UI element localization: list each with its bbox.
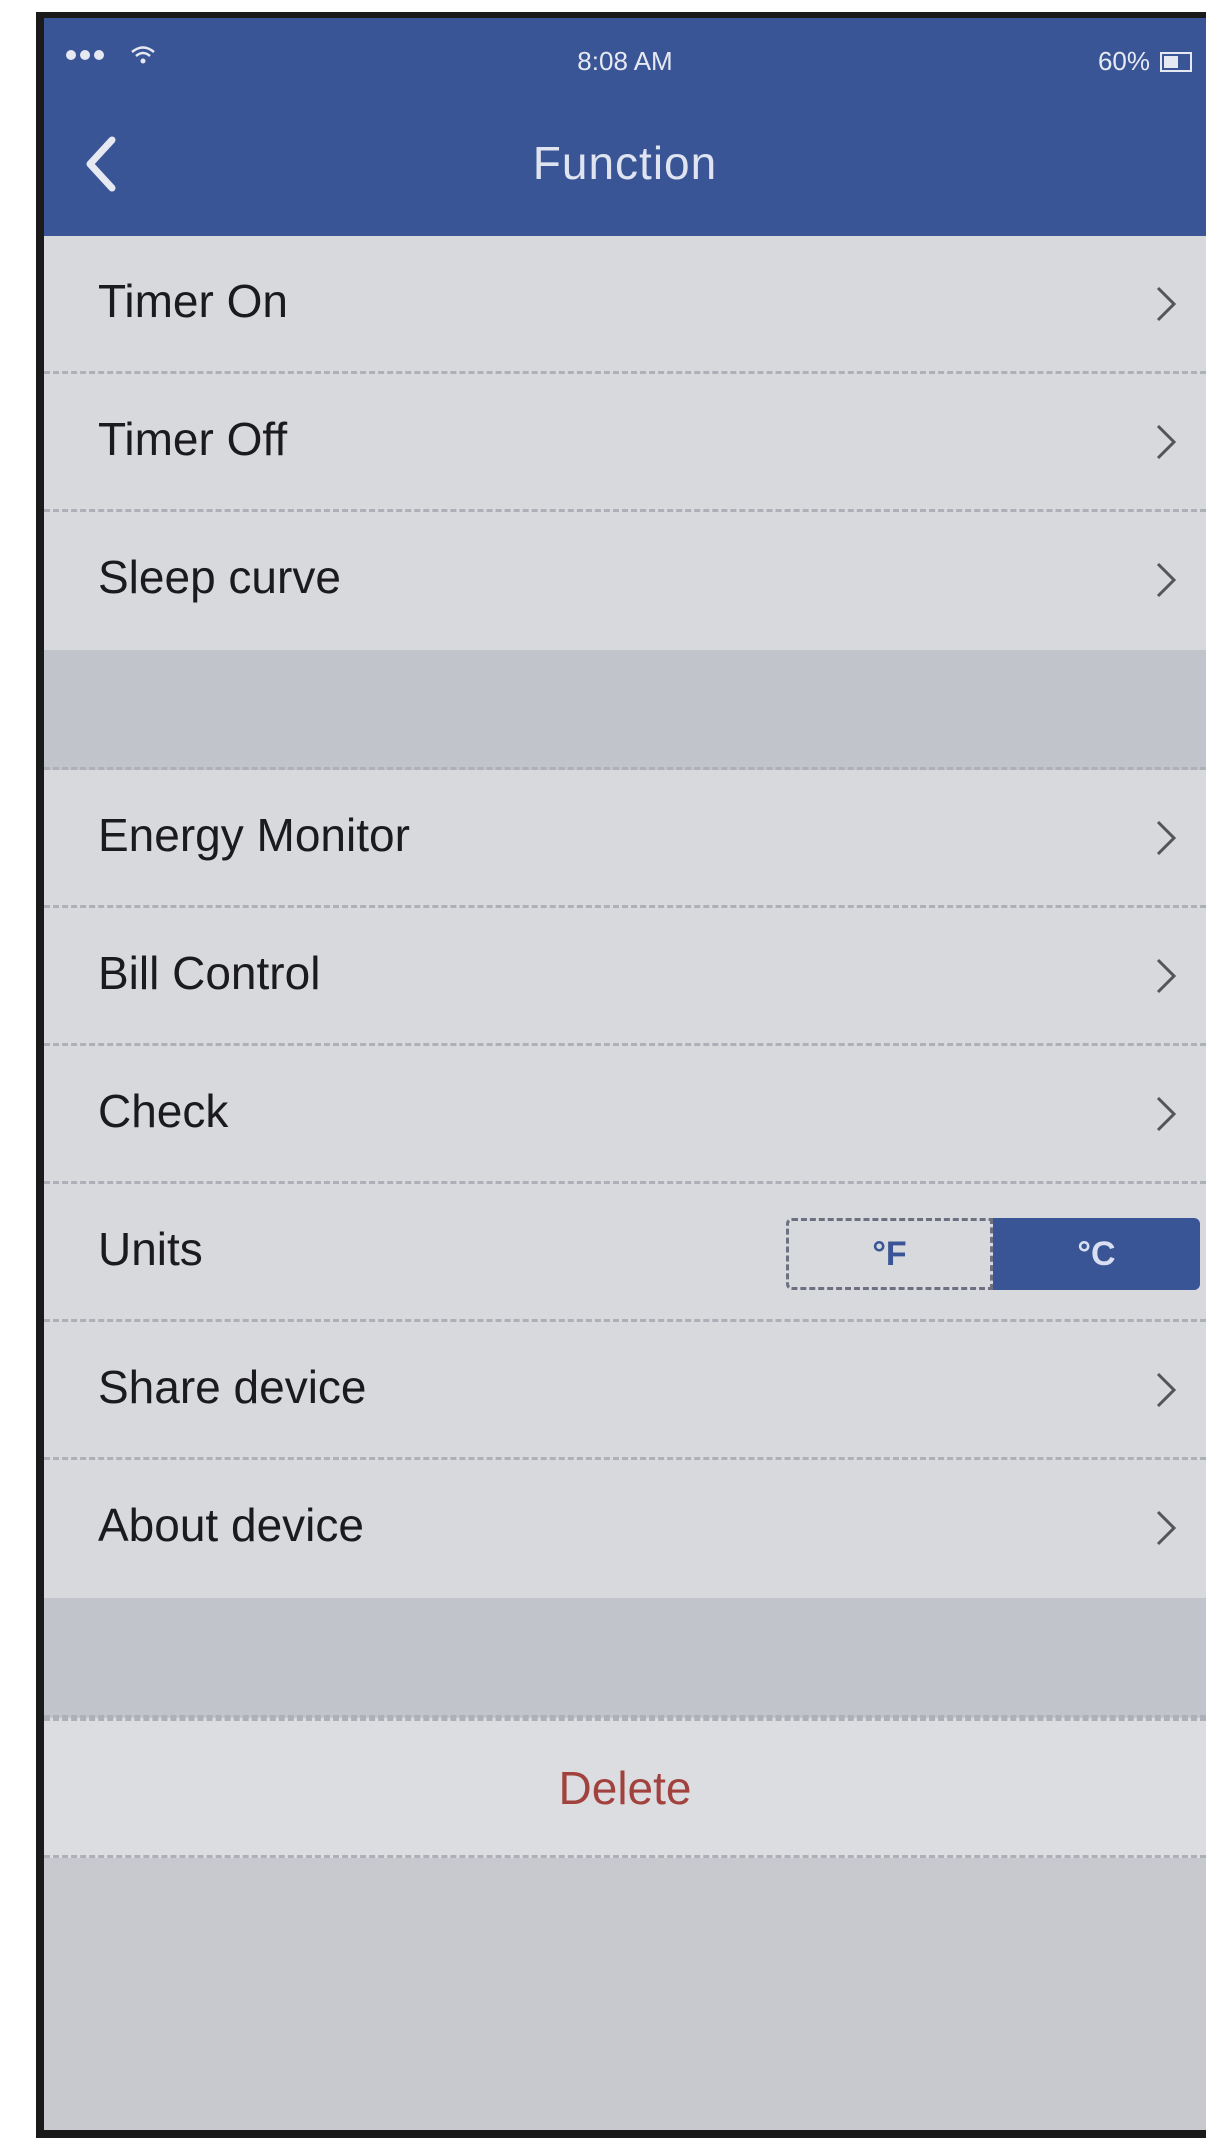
timer-on-row[interactable]: Timer On [44,236,1206,374]
settings-group-device: Energy Monitor Bill Control Check Units … [44,770,1206,1598]
chevron-right-icon [1156,286,1177,322]
delete-button[interactable]: Delete [44,1718,1206,1858]
phone-screen: 8:08 AM 60% Function Timer On Timer Off [36,12,1206,2138]
fahrenheit-option[interactable]: °F [786,1218,993,1290]
battery-percent: 60% [1097,46,1150,76]
units-toggle[interactable]: °F °C [786,1218,1200,1290]
sleep-curve-row[interactable]: Sleep curve [44,512,1206,650]
about-device-row[interactable]: About device [44,1460,1206,1598]
row-label: Check [98,1085,229,1137]
timer-off-row[interactable]: Timer Off [44,374,1206,512]
chevron-right-icon [1156,1096,1177,1132]
row-label: Bill Control [98,947,321,999]
bill-control-row[interactable]: Bill Control [44,908,1206,1046]
group-separator [44,650,1206,770]
battery-icon [1160,51,1192,72]
page-title: Function [532,137,718,189]
chevron-right-icon [1156,820,1177,856]
chevron-right-icon [1156,562,1177,598]
check-row[interactable]: Check [44,1046,1206,1184]
settings-group-timers: Timer On Timer Off Sleep curve [44,236,1206,650]
chevron-right-icon [1156,1372,1177,1408]
chevron-right-icon [1156,958,1177,994]
row-label: About device [98,1499,364,1551]
status-right: 60% [1098,46,1192,77]
row-label: Share device [98,1361,367,1413]
row-label: Timer On [98,275,288,327]
energy-monitor-row[interactable]: Energy Monitor [44,770,1206,908]
status-time: 8:08 AM [577,46,673,76]
row-label: Timer Off [98,413,288,465]
function-list: Timer On Timer Off Sleep curve Energy Mo… [44,236,1206,1858]
status-bar: 8:08 AM 60% [44,18,1206,88]
celsius-option[interactable]: °C [993,1218,1200,1290]
group-separator [44,1598,1206,1718]
nav-bar: Function [44,88,1206,236]
chevron-right-icon [1156,424,1177,460]
units-row: Units °F °C [44,1184,1206,1322]
row-label: Units [98,1223,203,1275]
share-device-row[interactable]: Share device [44,1322,1206,1460]
delete-label: Delete [558,1762,692,1814]
header: 8:08 AM 60% Function [44,18,1206,236]
chevron-right-icon [1156,1510,1177,1546]
row-label: Energy Monitor [98,809,410,861]
row-label: Sleep curve [98,551,341,603]
